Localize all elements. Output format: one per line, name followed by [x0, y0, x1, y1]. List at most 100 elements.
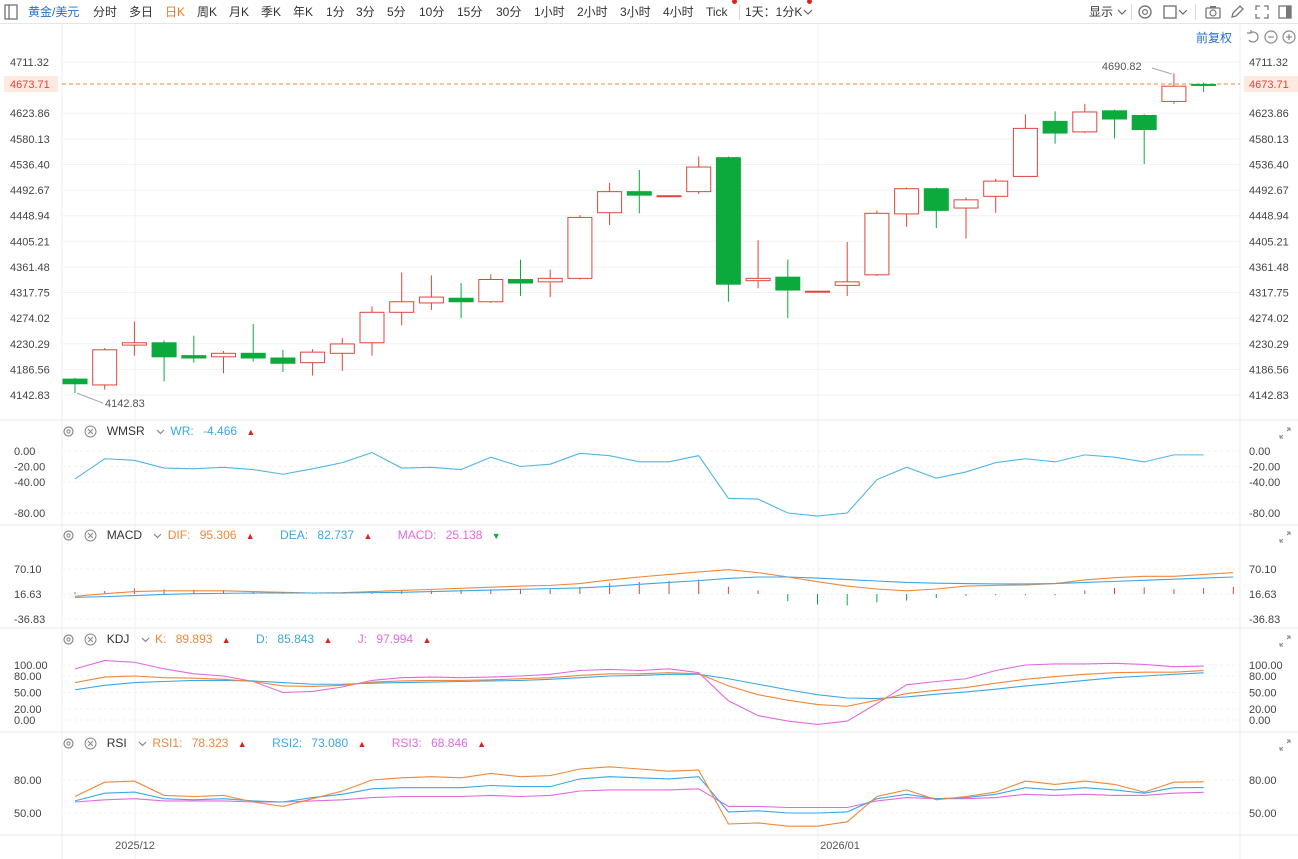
- indicator-name[interactable]: WMSR: [107, 424, 145, 438]
- rsi-axis-label-right: 80.00: [1249, 775, 1277, 787]
- period-tab-daily[interactable]: 日K: [165, 0, 185, 24]
- toolbar-divider: [1131, 4, 1132, 20]
- candle-body: [121, 342, 147, 346]
- toolbar-divider: [739, 4, 740, 20]
- expand-icon[interactable]: [1279, 531, 1291, 543]
- wr-axis-label-left: -40.00: [14, 477, 45, 489]
- price-axis-label-right: 4711.32: [1249, 57, 1288, 69]
- chevron-down-icon[interactable]: [154, 425, 167, 438]
- display-menu[interactable]: 显示: [1089, 0, 1113, 24]
- chevron-down-icon[interactable]: [1117, 8, 1127, 16]
- period-tab-1h[interactable]: 1小时: [534, 0, 565, 24]
- period-tab-10min[interactable]: 10分: [419, 0, 444, 24]
- macd-dea-label: DEA: 82.737 ▲: [280, 528, 373, 542]
- date-axis-label: 2026/01: [820, 840, 860, 852]
- price-axis-label-left: 4623.86: [10, 108, 50, 120]
- indicator-name[interactable]: KDJ: [107, 632, 130, 646]
- macd-dif-label: DIF: 95.306 ▲: [167, 528, 255, 542]
- rsi3-label: RSI3: 68.846 ▲: [391, 736, 487, 750]
- layout-square-icon[interactable]: [1161, 3, 1179, 21]
- indicator-name[interactable]: MACD: [107, 528, 142, 542]
- price-axis-label-left: 4186.56: [10, 364, 50, 376]
- period-tab-monthly[interactable]: 月K: [229, 0, 249, 24]
- indicator-name[interactable]: RSI: [107, 736, 127, 750]
- candle-body: [151, 342, 177, 358]
- period-tab-quarterly[interactable]: 季K: [261, 0, 281, 24]
- price-axis-label-right: 4361.48: [1249, 262, 1289, 274]
- candle-body: [1102, 110, 1127, 120]
- macd-axis-label-right: 70.10: [1249, 564, 1277, 576]
- wr-axis-label-right: -80.00: [1249, 508, 1280, 520]
- settings-gear-icon[interactable]: [1136, 3, 1154, 21]
- expand-icon[interactable]: [1279, 427, 1291, 439]
- period-tab-fenshi[interactable]: 分时: [93, 0, 117, 24]
- candle-body: [953, 199, 979, 209]
- wr-axis-label-right: -20.00: [1249, 462, 1280, 474]
- expand-icon[interactable]: [1279, 635, 1291, 647]
- settings-gear-icon[interactable]: [62, 633, 75, 646]
- fullscreen-icon[interactable]: [1253, 3, 1271, 21]
- settings-gear-icon[interactable]: [62, 425, 75, 438]
- period-tab-5min[interactable]: 5分: [387, 0, 406, 24]
- rsi3-line: [74, 788, 1204, 809]
- chevron-down-icon[interactable]: [1178, 8, 1188, 16]
- chevron-down-icon[interactable]: [139, 633, 152, 646]
- settings-gear-icon[interactable]: [62, 529, 75, 542]
- panel-toggle-icon[interactable]: [1276, 3, 1294, 21]
- price-axis-label-left: 4536.40: [10, 159, 50, 171]
- expand-icon[interactable]: [1279, 739, 1291, 751]
- camera-icon[interactable]: [1204, 3, 1222, 21]
- price-axis-label-right: 4448.94: [1249, 211, 1289, 223]
- candle-body: [181, 355, 207, 359]
- period-tab-3h[interactable]: 3小时: [620, 0, 651, 24]
- notification-dot: [807, 0, 812, 4]
- pencil-icon[interactable]: [1228, 3, 1246, 21]
- candle-body: [983, 180, 1009, 197]
- rsi-axis-label-right: 50.00: [1249, 808, 1277, 820]
- price-axis-label-right: 4405.21: [1249, 236, 1289, 248]
- period-tab-15min[interactable]: 15分: [457, 0, 482, 24]
- candle-body: [805, 290, 830, 293]
- symbol-selector[interactable]: 黄金/美元: [28, 0, 79, 24]
- close-icon[interactable]: [84, 633, 97, 646]
- chevron-down-icon[interactable]: [151, 529, 164, 542]
- candle-body: [686, 166, 712, 193]
- price-axis-label-right: 4536.40: [1249, 159, 1289, 171]
- period-tab-multi-day[interactable]: 多日: [129, 0, 153, 24]
- settings-gear-icon[interactable]: [62, 737, 75, 750]
- last-price-label-left: 4673.71: [10, 79, 50, 91]
- rsi-axis-label-left: 80.00: [14, 775, 42, 787]
- price-axis-label-right: 4230.29: [1249, 339, 1289, 351]
- high-marker-label: 4690.82: [1102, 61, 1142, 73]
- close-icon[interactable]: [84, 737, 97, 750]
- candle-body: [923, 188, 949, 211]
- candle-body: [597, 191, 623, 214]
- kdj-d-label: D: 85.843 ▲: [256, 632, 333, 646]
- sidebar-toggle-icon[interactable]: [4, 4, 18, 20]
- last-price-label-right: 4673.71: [1249, 79, 1289, 91]
- period-tab-yearly[interactable]: 年K: [293, 0, 313, 24]
- candle-body: [1191, 83, 1217, 86]
- rsi1-label: RSI1: 78.323 ▲: [152, 736, 247, 750]
- chart-canvas[interactable]: 4711.32 4711.32 4673.71 4673.71 4623.86 4623.…: [0, 24, 1298, 859]
- period-tab-2h[interactable]: 2小时: [577, 0, 608, 24]
- candle-body: [448, 297, 474, 303]
- date-axis-label: 2025/12: [115, 840, 155, 852]
- price-axis-label-right: 4492.67: [1249, 185, 1289, 197]
- period-tab-4h[interactable]: 4小时: [663, 0, 694, 24]
- close-icon[interactable]: [84, 425, 97, 438]
- period-tab-tick[interactable]: Tick: [706, 0, 728, 24]
- candle-body: [270, 357, 296, 364]
- multi-period-selector[interactable]: 1天：1分K: [745, 0, 802, 24]
- chevron-down-icon[interactable]: [136, 737, 149, 750]
- period-tab-3min[interactable]: 3分: [356, 0, 375, 24]
- chevron-down-icon[interactable]: [803, 8, 813, 16]
- candle-body: [389, 301, 415, 313]
- wr-axis-label-right: 0.00: [1249, 446, 1270, 458]
- candle-body: [894, 188, 920, 215]
- period-tab-weekly[interactable]: 周K: [197, 0, 217, 24]
- close-icon[interactable]: [84, 529, 97, 542]
- period-tab-30min[interactable]: 30分: [496, 0, 521, 24]
- kdj-axis-label-left: 0.00: [14, 715, 35, 727]
- period-tab-1min[interactable]: 1分: [326, 0, 345, 24]
